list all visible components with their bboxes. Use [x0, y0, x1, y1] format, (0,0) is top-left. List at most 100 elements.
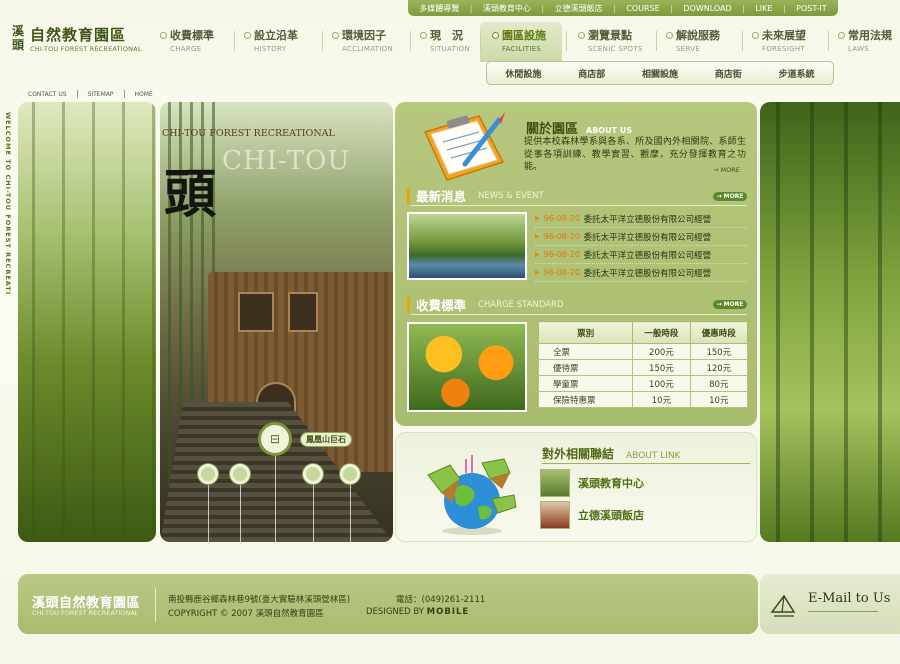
topbar-link-post-it[interactable]: POST-IT — [796, 4, 826, 13]
hero-photo: 溪 頭 CHI-TOU FOREST RECREATIONAL CHI-TOU … — [160, 102, 393, 542]
home-link[interactable]: HOME — [135, 91, 153, 98]
news-item[interactable]: ▶ 96-08-20 委託太平洋立德股份有限公司經營 — [535, 264, 747, 282]
circle-bullet-icon — [666, 31, 673, 39]
table-cell: 保險特惠票 — [537, 391, 634, 408]
nav-sublabel: ACCLIMATION — [342, 45, 394, 53]
sitemap-link[interactable]: SITEMAP — [88, 91, 114, 98]
footer: 溪頭自然教育園區 CHI-TOU FOREST RECREATIONAL 南投縣… — [18, 574, 758, 634]
link-item-hotel[interactable]: 立德溪頭飯店 — [540, 501, 644, 529]
email-link[interactable]: E-Mail to Us — [808, 591, 890, 606]
nav-item-scenic-spots[interactable]: 瀏覽景點 SCENIC SPOTS — [578, 27, 643, 57]
about-title-en: ABOUT US — [586, 126, 633, 135]
link-thumbnail — [540, 469, 570, 497]
welcome-vertical-text: WELCOME TO CHI-TOU FOREST RECREATI — [4, 112, 12, 296]
flower-photo — [407, 322, 527, 412]
topbar-link-education-center[interactable]: 溪頭教育中心 — [483, 3, 531, 14]
map-hotspot[interactable] — [198, 464, 218, 484]
news-item[interactable]: ▶ 96-08-20 委託太平洋立德股份有限公司經營 — [535, 228, 747, 246]
about-more-link[interactable]: → MORE — [713, 166, 740, 174]
nav-sublabel: SERVE — [676, 45, 701, 53]
nav-item-serve[interactable]: 解說服務 SERVE — [666, 27, 720, 57]
link-item-education-center[interactable]: 溪頭教育中心 — [540, 469, 644, 497]
topbar-link-like[interactable]: LIKE — [755, 4, 772, 13]
circle-bullet-icon — [578, 31, 585, 39]
fees-more-button[interactable]: → MORE — [713, 300, 747, 309]
topbar-link-multimedia[interactable]: 多媒體導覽 — [419, 3, 459, 14]
map-hotspot[interactable] — [340, 464, 360, 484]
hero-english-big: CHI-TOU — [222, 146, 351, 176]
divider — [76, 90, 78, 98]
nav-divider — [322, 31, 323, 51]
divider: | — [541, 3, 545, 13]
contact-us-link[interactable]: CONTACT US — [28, 91, 67, 98]
news-item[interactable]: ▶ 96-08-20 委託太平洋立德股份有限公司經營 — [535, 246, 747, 264]
more-label: MORE — [723, 193, 744, 200]
nav-divider — [234, 31, 235, 51]
divider — [155, 588, 156, 622]
fees-title-zh: 收費標準 — [416, 298, 467, 313]
nav-label: 解說服務 — [676, 29, 720, 42]
subnav-leisure[interactable]: 休閒設施 — [505, 67, 541, 80]
hotspot-line — [275, 452, 276, 542]
table-cell: 優待票 — [537, 359, 634, 376]
nav-label: 園區設施 — [502, 29, 546, 42]
topbar-link-download[interactable]: DOWNLOAD — [683, 4, 731, 13]
subnav-shopping-street[interactable]: 商店街 — [715, 67, 742, 80]
fee-table: 票別 一般時段 優惠時段 全票 200元 150元 優待票 150元 120元 … — [537, 321, 749, 408]
table-cell: 80元 — [689, 375, 749, 392]
divider — [411, 314, 747, 315]
more-label: MORE — [723, 301, 744, 308]
zoom-icon[interactable]: ⊟ — [258, 422, 292, 456]
nav-sublabel: CHARGE — [170, 45, 202, 53]
designer-name[interactable]: MOBILE — [427, 607, 470, 617]
top-utility-bar: 多媒體導覽 | 溪頭教育中心 | 立德溪頭飯店 | COURSE | DOWNL… — [408, 0, 838, 16]
news-date: 96-08-20 — [543, 232, 580, 241]
divider: | — [670, 3, 673, 13]
news-title[interactable]: 委託太平洋立德股份有限公司經營 — [584, 249, 712, 261]
nav-divider — [566, 31, 567, 51]
subnav-related-facilities[interactable]: 相關設施 — [642, 67, 678, 80]
nav-item-foresight[interactable]: 未來展望 FORESIGHT — [752, 27, 806, 57]
clipboard-icon — [423, 112, 505, 181]
about-link-panel: 對外相關聯結 ABOUT LINK 溪頭教育中心 立德溪頭飯店 — [395, 432, 757, 542]
link-label[interactable]: 立德溪頭飯店 — [578, 507, 644, 523]
news-list: ▶ 96-08-20 委託太平洋立德股份有限公司經營 ▶ 96-08-20 委託… — [535, 210, 747, 282]
nav-label: 常用法規 — [848, 29, 892, 42]
topbar-link-hotel[interactable]: 立德溪頭飯店 — [555, 3, 603, 14]
triangle-bullet-icon: ▶ — [535, 233, 540, 240]
circle-bullet-icon — [752, 31, 759, 39]
footer-phone: 電話：(049)261-2111 — [396, 595, 486, 605]
email-box[interactable]: E-Mail to Us — [760, 574, 900, 634]
news-more-button[interactable]: → MORE — [713, 192, 747, 201]
heading-bar — [407, 296, 410, 313]
map-hotspot[interactable] — [303, 464, 323, 484]
nav-divider — [742, 31, 743, 51]
footer-copyright: COPYRIGHT © 2007 溪頭自然教育園區 — [168, 609, 324, 619]
paper-plane-icon — [770, 594, 796, 617]
map-hotspot[interactable] — [230, 464, 250, 484]
nav-item-situation[interactable]: 現 況 SITUATION — [420, 27, 470, 57]
news-date: 96-08-20 — [543, 214, 580, 223]
nav-item-facilities[interactable]: 園區設施 FACILITIES — [492, 27, 546, 57]
nav-label: 現 況 — [430, 29, 463, 42]
nav-sublabel: LAWS — [848, 45, 870, 53]
about-link-title-zh: 對外相關聯結 — [542, 447, 615, 461]
nav-item-history[interactable]: 設立沿革 HISTORY — [244, 27, 298, 57]
news-title[interactable]: 委託太平洋立德股份有限公司經營 — [584, 213, 712, 225]
spot-label[interactable]: 鳳凰山巨石 — [300, 432, 352, 447]
table-cell: 120元 — [689, 359, 749, 376]
subnav-shop[interactable]: 商店部 — [578, 67, 605, 80]
nav-sublabel: SITUATION — [430, 45, 470, 53]
site-logo[interactable]: 溪頭 自然教育園區 CHI-TOU FOREST RECREATIONAL — [8, 22, 158, 60]
nav-item-charge[interactable]: 收費標準 CHARGE — [160, 27, 214, 57]
designed-by-label: DESIGNED BY — [366, 607, 424, 617]
triangle-bullet-icon: ▶ — [535, 269, 540, 276]
subnav-trail-system[interactable]: 步道系統 — [779, 67, 815, 80]
nav-item-laws[interactable]: 常用法規 LAWS — [838, 27, 892, 57]
link-label[interactable]: 溪頭教育中心 — [578, 475, 644, 491]
topbar-link-course[interactable]: COURSE — [626, 4, 659, 13]
nav-item-acclimation[interactable]: 環境因子 ACCLIMATION — [332, 27, 393, 57]
news-title[interactable]: 委託太平洋立德股份有限公司經營 — [584, 231, 712, 243]
news-title[interactable]: 委託太平洋立德股份有限公司經營 — [584, 267, 712, 279]
news-item[interactable]: ▶ 96-08-20 委託太平洋立德股份有限公司經營 — [535, 210, 747, 228]
